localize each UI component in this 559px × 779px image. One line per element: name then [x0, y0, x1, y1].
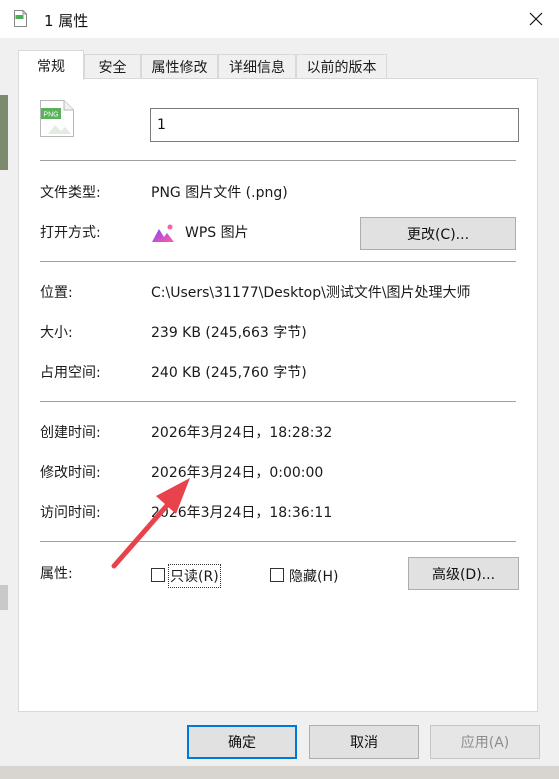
change-button[interactable]: 更改(C)...	[360, 217, 516, 250]
accessed-label: 访问时间:	[40, 505, 101, 521]
tab-security[interactable]: 安全	[84, 54, 141, 79]
file-type-value: PNG 图片文件 (.png)	[151, 185, 288, 201]
background-strip	[0, 766, 559, 779]
general-panel	[18, 78, 538, 712]
created-label: 创建时间:	[40, 425, 101, 441]
close-icon	[529, 12, 543, 26]
title-bar: 1 属性	[0, 0, 559, 38]
apply-button[interactable]: 应用(A)	[430, 725, 540, 759]
advanced-button-label: 高级(D)...	[431, 566, 496, 583]
advanced-button[interactable]: 高级(D)...	[408, 557, 519, 590]
ok-button-label: 确定	[228, 735, 256, 751]
background-strip	[0, 585, 8, 610]
window-title: 1 属性	[44, 12, 89, 30]
location-value: C:\Users\31177\Desktop\测试文件\图片处理大师	[151, 285, 471, 301]
open-with-value: WPS 图片	[185, 225, 249, 241]
tab-label: 属性修改	[151, 60, 208, 76]
png-icon-text: PNG	[43, 112, 58, 119]
background-strip	[0, 95, 8, 170]
properties-window: 1 属性 常规 安全 属性修改 详细信息 以前的版本 PNG 1 文件类型: P…	[0, 0, 559, 779]
ok-button[interactable]: 确定	[187, 725, 297, 759]
divider	[40, 160, 516, 161]
png-file-icon: PNG	[40, 100, 74, 137]
apply-button-label: 应用(A)	[460, 735, 510, 751]
tab-label: 详细信息	[229, 60, 285, 76]
tab-attribute-modify[interactable]: 属性修改	[141, 54, 218, 79]
wps-image-icon	[152, 224, 174, 242]
change-button-label: 更改(C)...	[406, 226, 470, 243]
size-value: 239 KB (245,663 字节)	[151, 325, 307, 341]
tab-details[interactable]: 详细信息	[218, 54, 296, 79]
tab-general[interactable]: 常规	[18, 50, 84, 80]
size-on-disk-label: 占用空间:	[40, 365, 101, 381]
accessed-value: 2026年3月24日，18:36:11	[151, 505, 333, 521]
tab-label: 以前的版本	[306, 60, 377, 76]
filename-input[interactable]	[150, 108, 519, 142]
cancel-button-label: 取消	[350, 735, 378, 751]
readonly-label[interactable]: 只读(R)	[168, 564, 221, 588]
created-value: 2026年3月24日，18:28:32	[151, 425, 333, 441]
open-with-label: 打开方式:	[40, 225, 101, 241]
attributes-label: 属性:	[40, 566, 73, 582]
hidden-checkbox[interactable]	[270, 568, 284, 582]
divider	[40, 261, 516, 262]
close-button[interactable]	[513, 0, 559, 38]
modified-value: 2026年3月24日，0:00:00	[151, 465, 324, 481]
size-on-disk-value: 240 KB (245,760 字节)	[151, 365, 307, 381]
location-label: 位置:	[40, 285, 73, 301]
tab-label: 安全	[98, 60, 127, 76]
tab-label: 常规	[37, 58, 65, 75]
readonly-checkbox[interactable]	[151, 568, 165, 582]
tab-previous-versions[interactable]: 以前的版本	[296, 54, 387, 79]
size-label: 大小:	[40, 325, 73, 341]
divider	[40, 401, 516, 402]
modified-label: 修改时间:	[40, 465, 101, 481]
hidden-label[interactable]: 隐藏(H)	[289, 566, 338, 586]
divider	[40, 541, 516, 542]
file-icon	[14, 10, 27, 27]
file-type-label: 文件类型:	[40, 185, 101, 201]
cancel-button[interactable]: 取消	[309, 725, 419, 759]
